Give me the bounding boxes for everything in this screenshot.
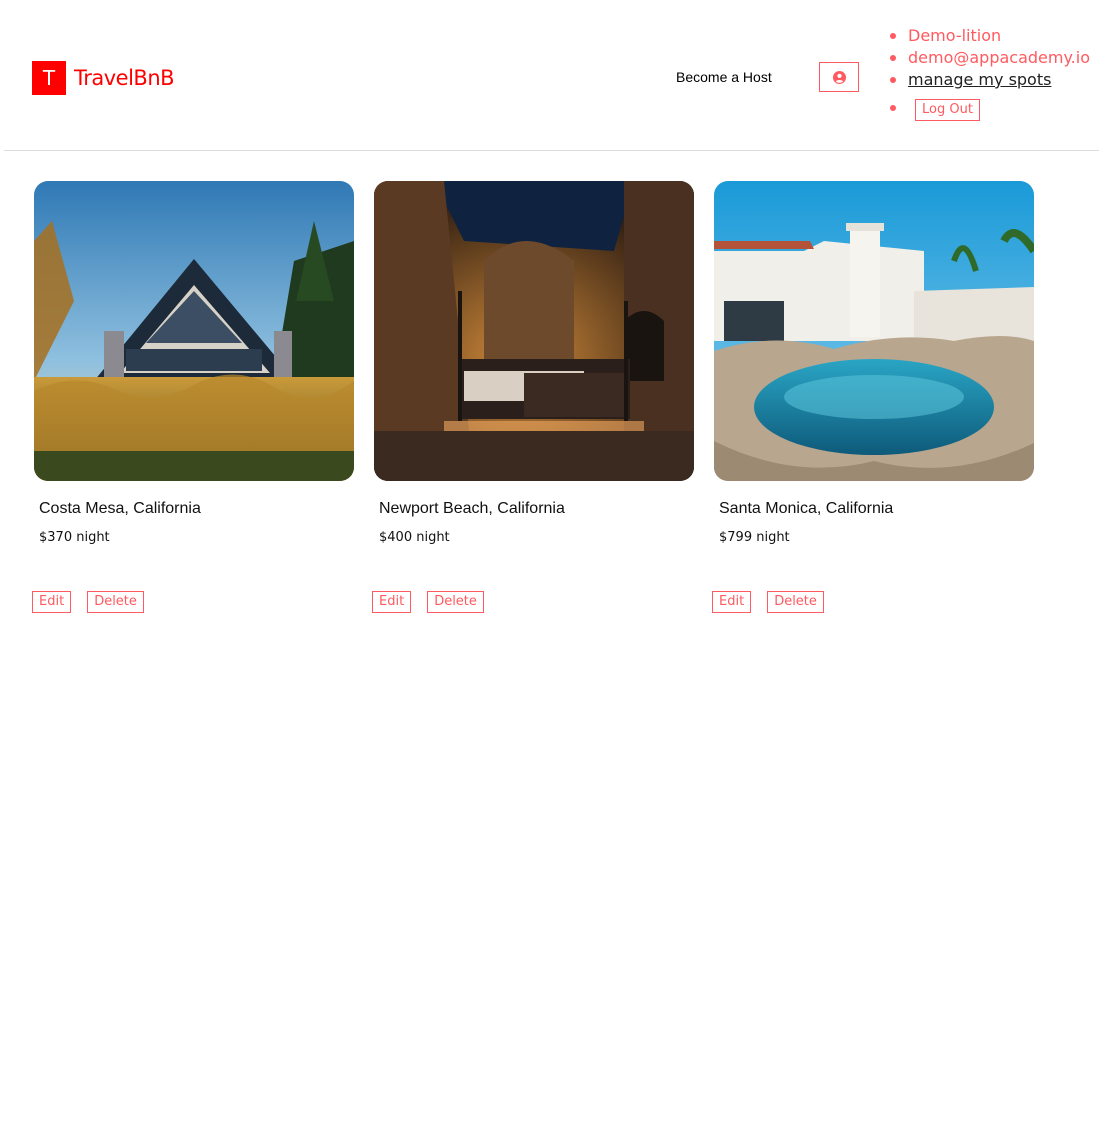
username-text: Demo-lition bbox=[908, 26, 1002, 45]
cave-bedroom-photo[interactable] bbox=[374, 181, 694, 481]
spot-location: Newport Beach, California bbox=[379, 500, 565, 517]
delete-button[interactable]: Delete bbox=[427, 591, 484, 613]
top-navbar: T TravelBnB Become a Host Demo-lition de… bbox=[4, 0, 1099, 151]
a-frame-cabin-photo[interactable] bbox=[34, 181, 354, 481]
logout-button[interactable]: Log Out bbox=[915, 99, 980, 121]
villa-pool-photo[interactable] bbox=[714, 181, 1034, 481]
spot-price: $400 night bbox=[379, 530, 450, 545]
menu-item-manage[interactable]: manage my spots bbox=[888, 69, 1090, 91]
spot-location: Santa Monica, California bbox=[719, 500, 894, 517]
spot-price: $799 night bbox=[719, 530, 790, 545]
user-circle-icon bbox=[832, 70, 846, 84]
email-text: demo@appacademy.io bbox=[908, 48, 1090, 67]
spot-card[interactable]: Costa Mesa, California $370 night Edit D… bbox=[32, 181, 354, 613]
logo-mark: T bbox=[32, 61, 66, 95]
spot-card[interactable]: Newport Beach, California $400 night Edi… bbox=[372, 181, 694, 613]
edit-button[interactable]: Edit bbox=[372, 591, 412, 613]
spot-location: Costa Mesa, California bbox=[39, 500, 201, 517]
edit-button[interactable]: Edit bbox=[32, 591, 72, 613]
menu-item-username: Demo-lition bbox=[888, 25, 1090, 47]
menu-item-email: demo@appacademy.io bbox=[888, 47, 1090, 69]
delete-button[interactable]: Delete bbox=[767, 591, 824, 613]
menu-item-logout: Log Out bbox=[888, 97, 1090, 121]
spot-card[interactable]: Santa Monica, California $799 night Edit… bbox=[712, 181, 1034, 613]
delete-button[interactable]: Delete bbox=[87, 591, 144, 613]
profile-menu-button[interactable] bbox=[819, 62, 859, 92]
become-host-link[interactable]: Become a Host bbox=[676, 69, 772, 85]
site-logo[interactable]: T TravelBnB bbox=[32, 61, 175, 95]
spot-actions: Edit Delete bbox=[32, 591, 160, 613]
user-dropdown-menu: Demo-lition demo@appacademy.io manage my… bbox=[888, 25, 1090, 121]
spot-actions: Edit Delete bbox=[372, 591, 500, 613]
spot-actions: Edit Delete bbox=[712, 591, 840, 613]
edit-button[interactable]: Edit bbox=[712, 591, 752, 613]
spot-price: $370 night bbox=[39, 530, 110, 545]
logo-text: TravelBnB bbox=[74, 66, 175, 90]
manage-spots-link[interactable]: manage my spots bbox=[908, 70, 1051, 89]
